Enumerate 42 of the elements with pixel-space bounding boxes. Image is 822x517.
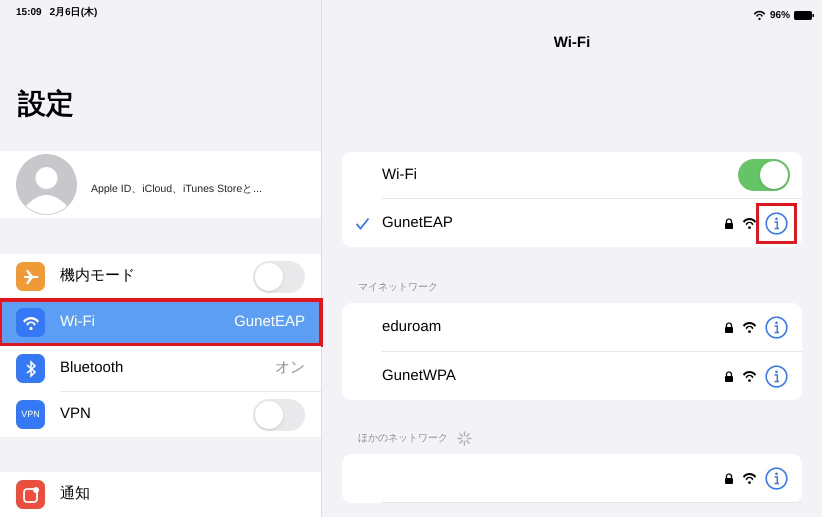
status-date: 2月6日(木) bbox=[50, 6, 98, 20]
bluetooth-icon bbox=[24, 360, 36, 378]
page-title: Wi-Fi bbox=[552, 33, 592, 53]
wifi-label: Wi-Fi bbox=[382, 164, 418, 185]
vpn-label: VPN bbox=[21, 408, 40, 421]
toggle-switch[interactable] bbox=[738, 159, 790, 191]
wifi-signal-icon bbox=[742, 370, 757, 382]
sidebar-title: 設定 bbox=[16, 87, 75, 122]
battery-icon bbox=[794, 10, 814, 20]
item-label: 通知 bbox=[60, 484, 91, 504]
item-label: 機内モード bbox=[60, 266, 136, 286]
wifi-signal-icon bbox=[742, 472, 757, 484]
info-button[interactable] bbox=[763, 314, 790, 340]
profile-row[interactable]: Apple ID、iCloud、iTunes Storeと... bbox=[0, 150, 321, 218]
item-label: Wi-Fi bbox=[60, 312, 96, 332]
wifi-icon bbox=[22, 316, 40, 330]
info-icon bbox=[765, 316, 788, 338]
network-name[interactable]: eduroam bbox=[382, 316, 442, 338]
section-header: ほかのネットワーク bbox=[358, 432, 448, 446]
wifi-signal-icon bbox=[752, 10, 766, 20]
avatar-icon bbox=[16, 154, 77, 215]
battery-percent: 96% bbox=[770, 8, 790, 22]
item-value: GunetEAP bbox=[234, 312, 305, 332]
info-icon bbox=[765, 364, 788, 388]
info-button[interactable] bbox=[763, 464, 790, 492]
notification-icon bbox=[22, 486, 40, 504]
network-name[interactable]: GunetWPA bbox=[382, 364, 456, 388]
section-header: マイネットワーク bbox=[358, 280, 438, 294]
toggle-switch[interactable] bbox=[253, 398, 305, 431]
status-time: 15:09 bbox=[16, 6, 42, 20]
network-name[interactable]: GunetEAP bbox=[382, 212, 453, 234]
profile-subtitle: Apple ID、iCloud、iTunes Storeと... bbox=[91, 182, 262, 198]
airplane-icon bbox=[22, 268, 40, 286]
toggle-switch[interactable] bbox=[253, 260, 305, 293]
info-icon bbox=[765, 212, 788, 234]
item-value: オン bbox=[275, 358, 305, 378]
info-button[interactable] bbox=[763, 362, 790, 390]
wifi-signal-icon bbox=[742, 321, 757, 333]
wifi-signal-icon bbox=[742, 217, 757, 229]
item-label: VPN bbox=[60, 404, 92, 424]
info-icon bbox=[765, 466, 788, 490]
item-label: Bluetooth bbox=[60, 358, 124, 378]
